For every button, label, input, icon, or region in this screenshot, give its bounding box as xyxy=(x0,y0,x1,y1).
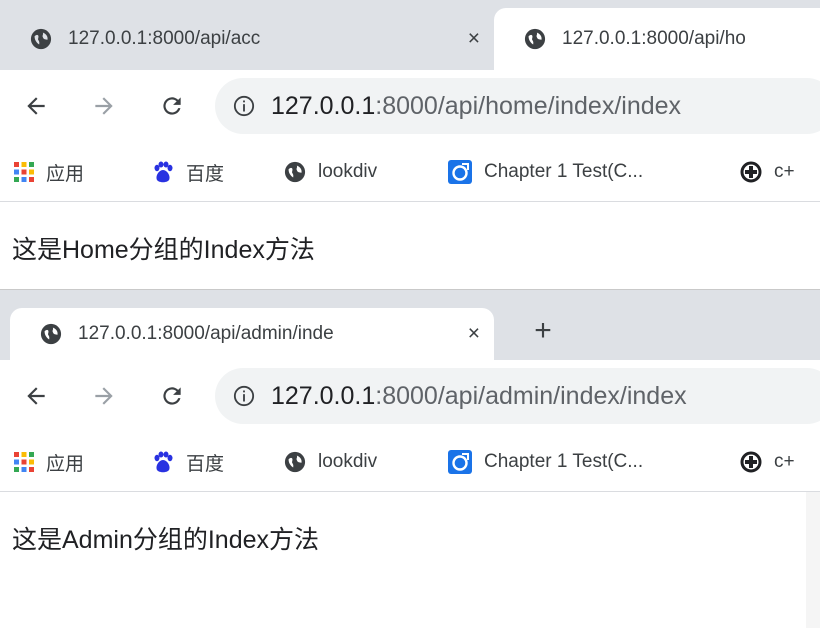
forward-button[interactable] xyxy=(84,86,124,126)
tab-title: 127.0.0.1:8000/api/ho xyxy=(562,28,746,49)
tab-api-acc[interactable]: 127.0.0.1:8000/api/acc × xyxy=(0,8,494,70)
apps-grid-icon xyxy=(14,452,34,472)
globe-icon xyxy=(30,28,52,50)
bookmark-label: Chapter 1 Test(C... xyxy=(484,161,644,182)
bookmarks-bar: 应用 百度 lookdiv Chapter 1 Test(C... c+ xyxy=(0,142,820,202)
page-text-admin: 这是Admin分组的Index方法 xyxy=(12,526,320,554)
arrow-left-icon xyxy=(27,97,45,115)
toolbar: 127.0.0.1:8000/api/home/index/index xyxy=(0,70,820,142)
cplus-icon xyxy=(740,161,762,183)
page-content: 这是Home分组的Index方法 xyxy=(0,202,820,290)
url-path: :8000/api/home/index/index xyxy=(375,91,682,120)
baidu-paw-icon xyxy=(154,451,173,473)
chapter-test-icon xyxy=(448,450,472,474)
bookmark-apps[interactable]: 应用 xyxy=(14,432,84,492)
bookmark-chapter-test[interactable]: Chapter 1 Test(C... xyxy=(448,142,643,202)
bookmark-cplus[interactable]: c+ xyxy=(740,142,795,202)
info-icon[interactable] xyxy=(233,95,255,117)
url-text: 127.0.0.1:8000/api/home/index/index xyxy=(271,92,681,121)
bookmark-baidu[interactable]: 百度 xyxy=(152,142,224,202)
reload-button[interactable] xyxy=(152,376,192,416)
bookmark-lookdiv[interactable]: lookdiv xyxy=(284,432,377,492)
bookmark-label: 应用 xyxy=(46,453,85,475)
bookmark-label: 百度 xyxy=(186,453,225,475)
bookmark-lookdiv[interactable]: lookdiv xyxy=(284,142,377,202)
bookmark-label: c+ xyxy=(774,161,795,182)
url-path: :8000/api/admin/index/index xyxy=(375,381,687,410)
bookmark-cplus[interactable]: c+ xyxy=(740,432,795,492)
reload-icon xyxy=(163,387,181,405)
tab-strip: 127.0.0.1:8000/api/acc × 127.0.0.1:8000/… xyxy=(0,0,820,70)
bookmarks-bar: 应用 百度 lookdiv Chapter 1 Test(C... c+ xyxy=(0,432,820,492)
chapter-test-icon xyxy=(448,160,472,184)
globe-icon xyxy=(284,451,306,473)
page-text-home: 这是Home分组的Index方法 xyxy=(12,236,315,264)
browser-window-home: 127.0.0.1:8000/api/acc × 127.0.0.1:8000/… xyxy=(0,0,820,290)
info-icon[interactable] xyxy=(233,385,255,407)
toolbar: 127.0.0.1:8000/api/admin/index/index xyxy=(0,360,820,432)
cplus-icon xyxy=(740,451,762,473)
bookmark-chapter-test[interactable]: Chapter 1 Test(C... xyxy=(448,432,643,492)
bookmark-label: 百度 xyxy=(186,163,225,185)
tab-close-button[interactable]: × xyxy=(468,27,480,51)
bookmark-label: lookdiv xyxy=(318,451,378,472)
bookmark-label: lookdiv xyxy=(318,161,378,182)
bookmark-label: c+ xyxy=(774,451,795,472)
url-host: 127.0.0.1 xyxy=(271,91,376,120)
tab-close-button[interactable]: × xyxy=(468,322,480,346)
reload-icon xyxy=(163,97,181,115)
tab-title: 127.0.0.1:8000/api/acc xyxy=(68,28,261,49)
back-button[interactable] xyxy=(16,376,56,416)
bookmark-baidu[interactable]: 百度 xyxy=(152,432,224,492)
address-bar[interactable]: 127.0.0.1:8000/api/admin/index/index xyxy=(215,368,820,424)
globe-icon xyxy=(284,161,306,183)
forward-button[interactable] xyxy=(84,376,124,416)
baidu-paw-icon xyxy=(154,161,173,183)
arrow-right-icon xyxy=(95,97,113,115)
url-host: 127.0.0.1 xyxy=(271,381,376,410)
tab-api-admin[interactable]: 127.0.0.1:8000/api/admin/inde × xyxy=(10,308,494,360)
back-button[interactable] xyxy=(16,86,56,126)
page-content: 这是Admin分组的Index方法 xyxy=(0,492,820,628)
arrow-right-icon xyxy=(95,387,113,405)
bookmark-apps[interactable]: 应用 xyxy=(14,142,84,202)
tab-strip: 127.0.0.1:8000/api/admin/inde × + xyxy=(0,290,820,360)
scrollbar[interactable] xyxy=(806,492,820,628)
arrow-left-icon xyxy=(27,387,45,405)
new-tab-button[interactable]: + xyxy=(520,302,566,360)
globe-icon xyxy=(524,28,546,50)
url-text: 127.0.0.1:8000/api/admin/index/index xyxy=(271,382,687,411)
bookmark-label: 应用 xyxy=(46,163,85,185)
reload-button[interactable] xyxy=(152,86,192,126)
apps-grid-icon xyxy=(14,162,34,182)
tab-title: 127.0.0.1:8000/api/admin/inde xyxy=(78,323,334,344)
bookmark-label: Chapter 1 Test(C... xyxy=(484,451,644,472)
browser-window-admin: 127.0.0.1:8000/api/admin/inde × + 127.0.… xyxy=(0,290,820,628)
tab-api-home[interactable]: 127.0.0.1:8000/api/ho xyxy=(494,8,820,70)
globe-icon xyxy=(40,323,62,345)
address-bar[interactable]: 127.0.0.1:8000/api/home/index/index xyxy=(215,78,820,134)
